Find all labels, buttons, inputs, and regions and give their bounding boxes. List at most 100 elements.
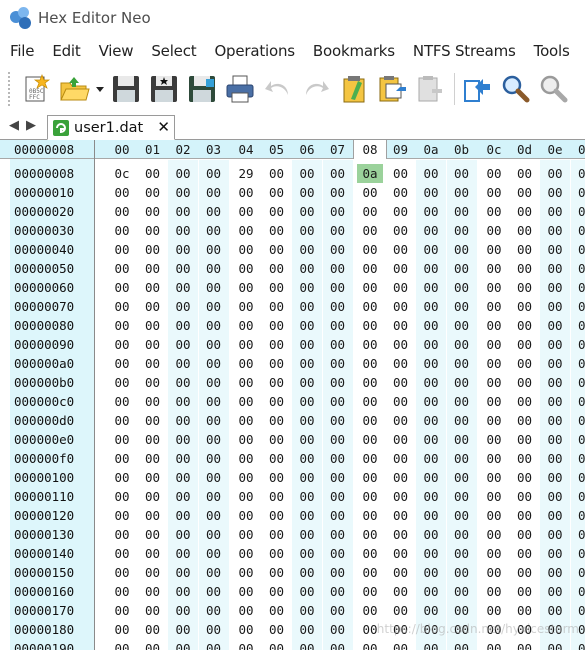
- byte-cell[interactable]: 00: [357, 411, 383, 430]
- paste-icon[interactable]: [374, 71, 410, 107]
- selected-byte-cell[interactable]: 0a: [357, 164, 383, 183]
- byte-cell[interactable]: 00: [388, 297, 414, 316]
- toolbar-grip[interactable]: [8, 72, 12, 106]
- byte-cell[interactable]: 00: [481, 544, 507, 563]
- byte-cell[interactable]: 00: [294, 354, 320, 373]
- byte-cell[interactable]: 00: [264, 563, 290, 582]
- byte-cell[interactable]: 00: [201, 259, 227, 278]
- byte-cell[interactable]: 00: [109, 468, 135, 487]
- byte-cell[interactable]: 00: [325, 411, 351, 430]
- byte-cell[interactable]: 00: [542, 601, 568, 620]
- byte-cell[interactable]: 00: [418, 221, 444, 240]
- byte-cell[interactable]: 00: [449, 354, 475, 373]
- byte-cell[interactable]: 00: [512, 316, 538, 335]
- byte-cell[interactable]: 00: [481, 392, 507, 411]
- byte-cell[interactable]: 00: [418, 354, 444, 373]
- byte-cell[interactable]: 00: [233, 335, 259, 354]
- byte-cell[interactable]: 00: [388, 487, 414, 506]
- byte-cell[interactable]: 00: [325, 316, 351, 335]
- byte-cell[interactable]: 00: [388, 183, 414, 202]
- byte-cell[interactable]: 00: [573, 202, 585, 221]
- byte-cell[interactable]: 00: [573, 639, 585, 650]
- byte-cell[interactable]: 00: [140, 582, 166, 601]
- column-header[interactable]: 04: [233, 140, 259, 159]
- byte-cell[interactable]: 00: [325, 278, 351, 297]
- byte-cell[interactable]: 00: [264, 449, 290, 468]
- save-as-icon[interactable]: [146, 71, 182, 107]
- byte-cell[interactable]: 00: [481, 468, 507, 487]
- byte-cell[interactable]: 00: [481, 411, 507, 430]
- byte-cell[interactable]: 00: [573, 392, 585, 411]
- byte-cell[interactable]: 00: [109, 221, 135, 240]
- byte-cell[interactable]: 00: [481, 525, 507, 544]
- byte-cell[interactable]: 00: [264, 411, 290, 430]
- byte-cell[interactable]: 00: [542, 354, 568, 373]
- byte-cell[interactable]: 00: [264, 183, 290, 202]
- byte-cell[interactable]: 00: [481, 373, 507, 392]
- byte-cell[interactable]: 00: [542, 297, 568, 316]
- byte-cell[interactable]: 00: [140, 164, 166, 183]
- byte-cell[interactable]: 00: [109, 582, 135, 601]
- column-header[interactable]: 0b: [449, 140, 475, 159]
- byte-cell[interactable]: 00: [388, 373, 414, 392]
- byte-cell[interactable]: 00: [109, 449, 135, 468]
- byte-cell[interactable]: 00: [481, 354, 507, 373]
- byte-cell[interactable]: 00: [170, 430, 196, 449]
- byte-cell[interactable]: 00: [449, 183, 475, 202]
- byte-cell[interactable]: 00: [325, 221, 351, 240]
- byte-cell[interactable]: 00: [264, 639, 290, 650]
- byte-cell[interactable]: 00: [388, 202, 414, 221]
- byte-cell[interactable]: 00: [201, 430, 227, 449]
- byte-cell[interactable]: 00: [140, 525, 166, 544]
- column-header[interactable]: 0e: [542, 140, 568, 159]
- byte-cell[interactable]: 00: [325, 335, 351, 354]
- byte-cell[interactable]: 00: [294, 430, 320, 449]
- byte-cell[interactable]: 00: [140, 430, 166, 449]
- byte-cell[interactable]: 00: [357, 392, 383, 411]
- byte-cell[interactable]: 00: [294, 335, 320, 354]
- byte-cell[interactable]: 00: [294, 525, 320, 544]
- byte-cell[interactable]: 00: [233, 563, 259, 582]
- byte-cell[interactable]: 00: [573, 278, 585, 297]
- byte-cell[interactable]: 00: [233, 221, 259, 240]
- byte-cell[interactable]: 00: [418, 430, 444, 449]
- byte-cell[interactable]: 00: [357, 297, 383, 316]
- byte-cell[interactable]: 00: [170, 221, 196, 240]
- byte-cell[interactable]: 00: [201, 563, 227, 582]
- byte-cell[interactable]: 00: [542, 525, 568, 544]
- byte-cell[interactable]: 00: [418, 487, 444, 506]
- byte-cell[interactable]: 00: [573, 297, 585, 316]
- byte-cell[interactable]: 00: [542, 316, 568, 335]
- byte-cell[interactable]: 00: [481, 202, 507, 221]
- byte-cell[interactable]: 00: [418, 335, 444, 354]
- byte-cell[interactable]: 00: [264, 354, 290, 373]
- byte-cell[interactable]: 00: [233, 506, 259, 525]
- byte-cell[interactable]: 00: [357, 601, 383, 620]
- find-icon[interactable]: [497, 71, 533, 107]
- byte-cell[interactable]: 00: [233, 639, 259, 650]
- byte-cell[interactable]: 00: [233, 620, 259, 639]
- byte-cell[interactable]: 00: [573, 221, 585, 240]
- byte-cell[interactable]: 00: [388, 259, 414, 278]
- byte-cell[interactable]: 00: [233, 392, 259, 411]
- byte-cell[interactable]: 00: [170, 582, 196, 601]
- byte-cell[interactable]: 00: [357, 202, 383, 221]
- byte-cell[interactable]: 00: [140, 354, 166, 373]
- byte-cell[interactable]: 00: [294, 449, 320, 468]
- byte-cell[interactable]: 00: [294, 183, 320, 202]
- byte-cell[interactable]: 00: [418, 544, 444, 563]
- byte-cell[interactable]: 00: [294, 202, 320, 221]
- byte-cell[interactable]: 00: [264, 392, 290, 411]
- byte-cell[interactable]: 00: [512, 487, 538, 506]
- byte-cell[interactable]: 00: [109, 563, 135, 582]
- byte-cell[interactable]: 00: [449, 335, 475, 354]
- byte-cell[interactable]: 00: [542, 506, 568, 525]
- byte-cell[interactable]: 00: [233, 373, 259, 392]
- byte-cell[interactable]: 00: [357, 639, 383, 650]
- byte-cell[interactable]: 00: [201, 487, 227, 506]
- byte-cell[interactable]: 00: [140, 278, 166, 297]
- byte-cell[interactable]: 00: [357, 525, 383, 544]
- byte-cell[interactable]: 00: [294, 601, 320, 620]
- byte-cell[interactable]: 00: [294, 221, 320, 240]
- byte-cell[interactable]: 00: [357, 259, 383, 278]
